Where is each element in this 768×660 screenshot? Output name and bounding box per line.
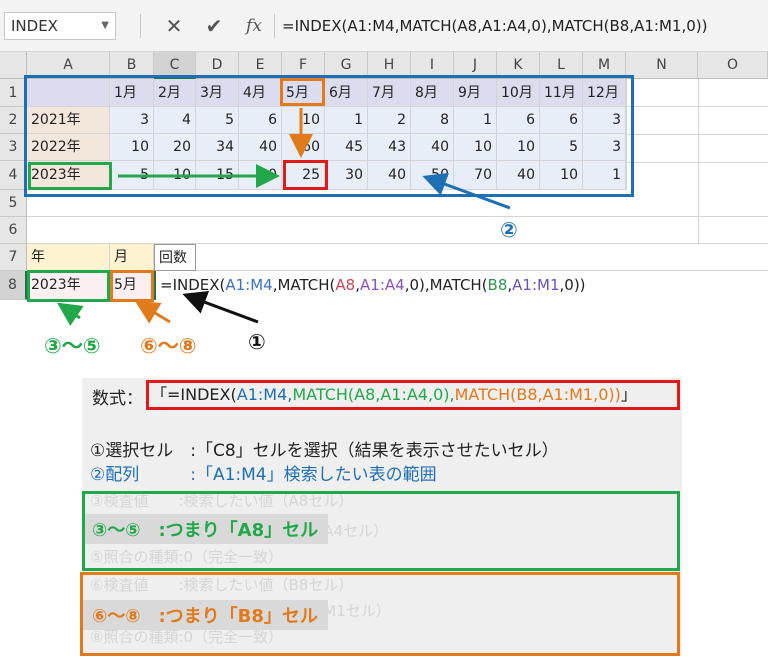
arrow-year-input xyxy=(57,302,84,326)
formula-match-col: MATCH(B8,A1:M1,0)) xyxy=(454,385,621,404)
label-3-5: ③～⑤ xyxy=(44,334,101,358)
formula-open-quote: 「 xyxy=(151,385,168,404)
arrow-month-input xyxy=(134,300,171,324)
formula-close-quote: 」 xyxy=(620,385,637,404)
formula-display: 「=INDEX(A1:M4,MATCH(A8,A1:A4,0),MATCH(B8… xyxy=(146,380,680,410)
formula-index: =INDEX( xyxy=(167,385,237,404)
arrow-array xyxy=(422,172,511,210)
formula-range: A1:M4, xyxy=(236,385,293,404)
label-1: ① xyxy=(248,330,266,354)
explanation-line-2: ②配列 :「A1:M4」検索したい表の範囲 xyxy=(90,465,437,485)
label-2: ② xyxy=(500,218,518,242)
explanation-line-1: ①選択セル :「C8」セルを選択（結果を表示させたいセル） xyxy=(90,441,559,461)
label-6-8: ⑥～⑧ xyxy=(140,334,197,358)
group-3-5-highlight xyxy=(82,491,680,571)
formula-label: 数式： xyxy=(92,389,143,409)
arrow-select-cell xyxy=(182,291,259,324)
group-6-8-highlight xyxy=(80,572,680,656)
formula-match-row: MATCH(A8,A1:A4,0), xyxy=(292,385,455,404)
